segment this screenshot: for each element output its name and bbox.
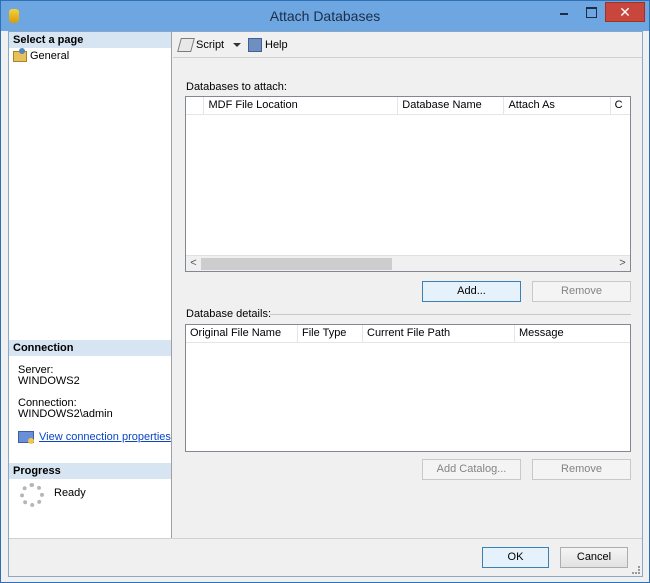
page-item-label: General bbox=[30, 50, 70, 62]
toolbar: Script Help bbox=[173, 32, 642, 58]
databases-grid-header: MDF File Location Database Name Attach A… bbox=[186, 97, 630, 115]
select-page-heading: Select a page bbox=[9, 32, 171, 48]
column-header[interactable]: Current File Path bbox=[363, 325, 515, 343]
column-header[interactable]: Database Name bbox=[398, 97, 505, 115]
add-catalog-button[interactable]: Add Catalog... bbox=[422, 459, 521, 480]
script-button[interactable]: Script bbox=[177, 37, 242, 53]
details-grid-header: Original File Name File Type Current Fil… bbox=[186, 325, 630, 343]
script-label: Script bbox=[196, 39, 225, 51]
database-details-separator bbox=[270, 314, 631, 315]
dialog-client-area: Select a page General Connection Server:… bbox=[8, 31, 643, 577]
connection-properties-icon bbox=[18, 431, 34, 444]
script-icon bbox=[177, 38, 195, 52]
general-page-icon bbox=[13, 47, 27, 62]
column-header[interactable]: MDF File Location bbox=[204, 97, 399, 115]
progress-spinner-icon bbox=[20, 483, 44, 507]
databases-to-attach-label: Databases to attach: bbox=[186, 81, 287, 93]
left-panel: Select a page General Connection Server:… bbox=[9, 32, 172, 538]
connection-heading: Connection bbox=[9, 340, 171, 356]
column-header[interactable]: Message bbox=[515, 325, 630, 343]
server-value: WINDOWS2 bbox=[18, 375, 80, 387]
column-header[interactable]: File Type bbox=[298, 325, 363, 343]
connection-value: WINDOWS2\admin bbox=[18, 408, 113, 420]
column-header[interactable]: Attach As bbox=[504, 97, 611, 115]
databases-to-attach-grid[interactable]: MDF File Location Database Name Attach A… bbox=[185, 96, 631, 272]
title-bar: Attach Databases ✕ bbox=[1, 1, 649, 31]
database-details-label: Database details: bbox=[186, 308, 271, 320]
chevron-down-icon[interactable] bbox=[233, 43, 242, 47]
remove-detail-button[interactable]: Remove bbox=[532, 459, 631, 480]
column-header[interactable]: C bbox=[611, 97, 630, 115]
close-icon: ✕ bbox=[619, 4, 631, 20]
view-connection-properties-link[interactable]: View connection properties bbox=[39, 432, 171, 443]
column-header[interactable]: Original File Name bbox=[186, 325, 298, 343]
cancel-button[interactable]: Cancel bbox=[560, 547, 628, 568]
dialog-footer: OK Cancel bbox=[9, 538, 642, 576]
help-label: Help bbox=[265, 39, 288, 51]
progress-status: Ready bbox=[54, 487, 86, 499]
page-item-general[interactable]: General bbox=[13, 47, 70, 63]
ok-button[interactable]: OK bbox=[482, 547, 549, 568]
close-button[interactable]: ✕ bbox=[605, 2, 645, 22]
help-button[interactable]: Help bbox=[248, 37, 288, 53]
horizontal-scrollbar[interactable]: < > bbox=[186, 255, 630, 271]
database-details-grid[interactable]: Original File Name File Type Current Fil… bbox=[185, 324, 631, 452]
attach-databases-window: Attach Databases ✕ Select a page General… bbox=[0, 0, 650, 583]
progress-heading: Progress bbox=[9, 463, 171, 479]
minimize-button[interactable] bbox=[551, 2, 577, 22]
scroll-right-arrow-icon[interactable]: > bbox=[615, 256, 630, 271]
scroll-left-arrow-icon[interactable]: < bbox=[186, 256, 201, 271]
scrollbar-thumb[interactable] bbox=[201, 258, 392, 270]
remove-database-button[interactable]: Remove bbox=[532, 281, 631, 302]
add-button[interactable]: Add... bbox=[422, 281, 521, 302]
row-selector-header bbox=[186, 97, 205, 115]
maximize-button[interactable] bbox=[578, 2, 604, 22]
help-icon bbox=[248, 38, 262, 52]
right-panel: Script Help Databases to attach: MDF Fil… bbox=[173, 32, 642, 538]
resize-grip-icon[interactable] bbox=[632, 566, 640, 574]
